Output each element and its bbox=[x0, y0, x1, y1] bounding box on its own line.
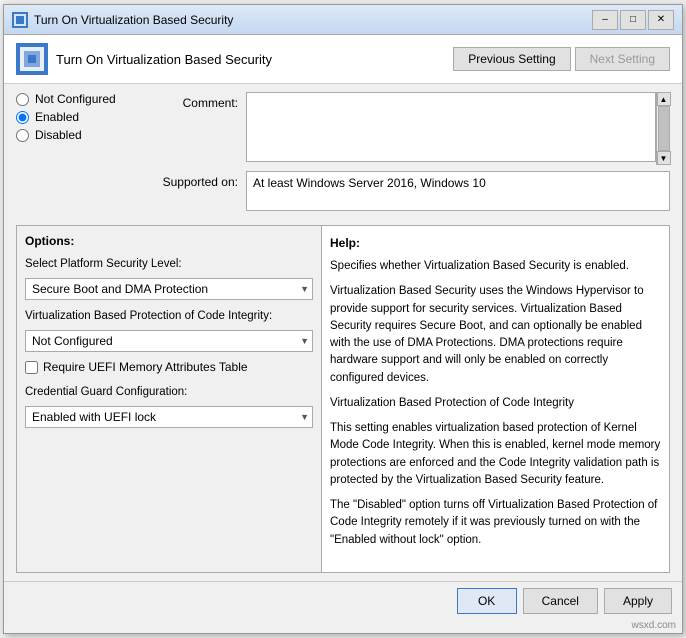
comment-area-wrap: ▲ ▼ bbox=[246, 92, 670, 165]
credential-guard-label: Credential Guard Configuration: bbox=[25, 386, 313, 398]
uefi-checkbox[interactable] bbox=[25, 361, 38, 374]
platform-security-label: Select Platform Security Level: bbox=[25, 258, 313, 270]
not-configured-label[interactable]: Not Configured bbox=[35, 92, 116, 106]
platform-security-select[interactable]: Secure Boot Secure Boot and DMA Protecti… bbox=[25, 278, 313, 300]
title-bar-controls: – □ ✕ bbox=[592, 10, 674, 30]
top-section: Not Configured Enabled Disabled Comment: bbox=[16, 92, 670, 219]
help-p4: This setting enables virtualization base… bbox=[330, 420, 661, 489]
apply-button[interactable]: Apply bbox=[604, 588, 672, 614]
scroll-down-arrow[interactable]: ▼ bbox=[657, 151, 671, 165]
disabled-radio[interactable] bbox=[16, 129, 29, 142]
comment-textarea[interactable] bbox=[246, 92, 656, 162]
credential-guard-dropdown-wrap: Disabled Enabled with UEFI lock Enabled … bbox=[25, 406, 313, 428]
header-icon bbox=[16, 43, 48, 75]
help-p2: Virtualization Based Security uses the W… bbox=[330, 283, 661, 387]
supported-label: Supported on: bbox=[136, 171, 246, 189]
previous-setting-button[interactable]: Previous Setting bbox=[453, 47, 570, 71]
watermark: wsxd.com bbox=[4, 620, 682, 633]
main-window: Turn On Virtualization Based Security – … bbox=[3, 4, 683, 634]
cancel-button[interactable]: Cancel bbox=[523, 588, 598, 614]
options-panel: Options: Select Platform Security Level:… bbox=[17, 226, 322, 572]
main-content: Not Configured Enabled Disabled Comment: bbox=[4, 84, 682, 581]
window-title: Turn On Virtualization Based Security bbox=[34, 13, 592, 27]
next-setting-button[interactable]: Next Setting bbox=[575, 47, 670, 71]
comment-label: Comment: bbox=[136, 92, 246, 110]
comment-scrollbar[interactable]: ▲ ▼ bbox=[656, 92, 670, 165]
platform-security-dropdown-wrap: Secure Boot Secure Boot and DMA Protecti… bbox=[25, 278, 313, 300]
code-integrity-label: Virtualization Based Protection of Code … bbox=[25, 310, 313, 322]
enabled-radio[interactable] bbox=[16, 111, 29, 124]
ok-button[interactable]: OK bbox=[457, 588, 517, 614]
help-text: Specifies whether Virtualization Based S… bbox=[330, 258, 661, 557]
options-title: Options: bbox=[25, 234, 313, 248]
help-panel: Help: Specifies whether Virtualization B… bbox=[322, 226, 669, 572]
help-p1: Specifies whether Virtualization Based S… bbox=[330, 258, 661, 275]
disabled-row: Disabled bbox=[16, 128, 136, 142]
header-bar: Turn On Virtualization Based Security Pr… bbox=[4, 35, 682, 84]
code-integrity-dropdown-wrap: Not Configured Enabled without lock Enab… bbox=[25, 330, 313, 352]
enabled-label[interactable]: Enabled bbox=[35, 110, 79, 124]
help-p5: The "Disabled" option turns off Virtuali… bbox=[330, 497, 661, 549]
comment-section: Comment: ▲ ▼ bbox=[136, 92, 670, 165]
supported-box: At least Windows Server 2016, Windows 10 bbox=[246, 171, 670, 211]
header-title: Turn On Virtualization Based Security bbox=[56, 52, 272, 67]
window-icon bbox=[12, 12, 28, 28]
uefi-checkbox-label[interactable]: Require UEFI Memory Attributes Table bbox=[43, 360, 248, 374]
right-section: Comment: ▲ ▼ Supported on: At least Wind… bbox=[136, 92, 670, 219]
help-p3: Virtualization Based Protection of Code … bbox=[330, 395, 661, 412]
credential-guard-select[interactable]: Disabled Enabled with UEFI lock Enabled … bbox=[25, 406, 313, 428]
header-left: Turn On Virtualization Based Security bbox=[16, 43, 272, 75]
help-title: Help: bbox=[330, 234, 661, 252]
uefi-checkbox-row: Require UEFI Memory Attributes Table bbox=[25, 360, 313, 374]
supported-value: At least Windows Server 2016, Windows 10 bbox=[253, 176, 486, 190]
disabled-label[interactable]: Disabled bbox=[35, 128, 82, 142]
radio-section: Not Configured Enabled Disabled bbox=[16, 92, 136, 211]
bottom-bar: OK Cancel Apply bbox=[4, 581, 682, 620]
minimize-button[interactable]: – bbox=[592, 10, 618, 30]
title-bar: Turn On Virtualization Based Security – … bbox=[4, 5, 682, 35]
not-configured-row: Not Configured bbox=[16, 92, 136, 106]
not-configured-radio[interactable] bbox=[16, 93, 29, 106]
enabled-row: Enabled bbox=[16, 110, 136, 124]
supported-section: Supported on: At least Windows Server 20… bbox=[136, 171, 670, 211]
header-buttons: Previous Setting Next Setting bbox=[453, 47, 670, 71]
scroll-thumb[interactable] bbox=[658, 106, 670, 151]
code-integrity-select[interactable]: Not Configured Enabled without lock Enab… bbox=[25, 330, 313, 352]
scroll-up-arrow[interactable]: ▲ bbox=[657, 92, 671, 106]
maximize-button[interactable]: □ bbox=[620, 10, 646, 30]
two-column-panel: Options: Select Platform Security Level:… bbox=[16, 225, 670, 573]
close-button[interactable]: ✕ bbox=[648, 10, 674, 30]
